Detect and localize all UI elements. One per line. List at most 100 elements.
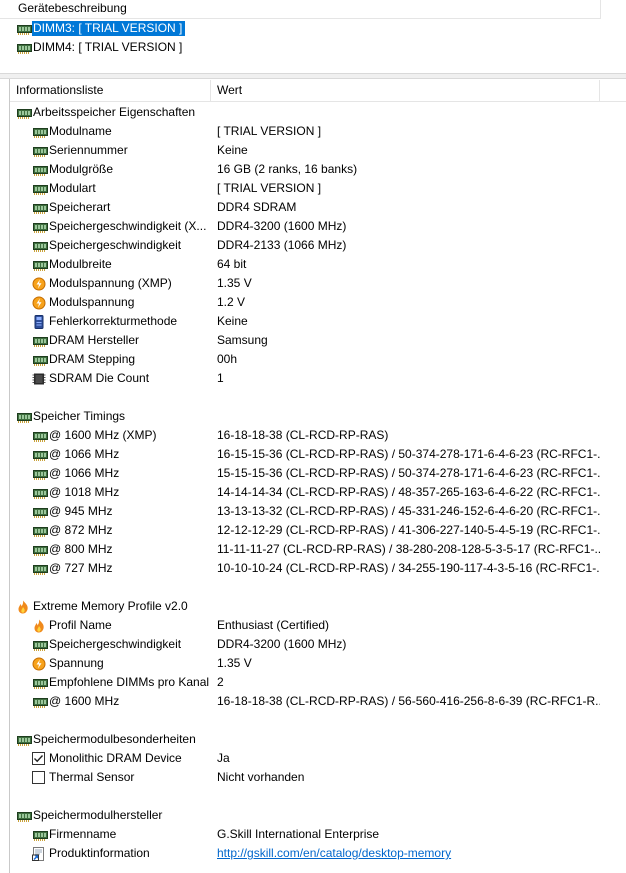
item-value: DDR4-2133 (1066 MHz): [217, 238, 347, 252]
item-value: G.Skill International Enterprise: [217, 827, 380, 841]
item-name: Modulgröße: [49, 162, 114, 176]
ram-icon: [32, 676, 48, 689]
ram-icon: [32, 524, 48, 537]
item-value-cell: DDR4-3200 (1600 MHz): [217, 635, 600, 654]
item-value-cell: Ja: [217, 749, 600, 768]
item-name: Speicherart: [49, 200, 111, 214]
item-name: DRAM Hersteller: [49, 333, 140, 347]
link-icon: [32, 847, 46, 861]
ram-icon: [32, 695, 48, 708]
ram-icon: [32, 828, 48, 841]
ram-icon: [16, 22, 32, 35]
ram-icon: [16, 41, 32, 54]
list-item[interactable]: Fehlerkorrekturmethode Keine: [10, 312, 600, 331]
column-header-information[interactable]: Informationsliste: [10, 80, 211, 101]
item-value-cell: DDR4-3200 (1600 MHz): [217, 217, 600, 236]
list-item[interactable]: Produktinformation http://gskill.com/en/c…: [10, 844, 600, 863]
item-name: SDRAM Die Count: [49, 371, 150, 385]
item-value-cell: 2: [217, 673, 600, 692]
item-name: Empfohlene DIMMs pro Kanal: [49, 675, 210, 689]
voltage-icon: [32, 657, 46, 671]
ram-icon: [32, 182, 48, 195]
device-item[interactable]: DIMM3: [ TRIAL VERSION ]: [16, 20, 186, 37]
list-item[interactable]: @ 1066 MHz 16-15-15-36 (CL-RCD-RP-RAS) / …: [10, 445, 600, 464]
device-description-header[interactable]: Gerätebeschreibung: [0, 0, 601, 19]
list-item[interactable]: Modulbreite 64 bit: [10, 255, 600, 274]
item-name: @ 800 MHz: [49, 542, 113, 556]
section-header-row[interactable]: Speicher Timings: [10, 407, 600, 426]
list-item[interactable]: DRAM Stepping 00h: [10, 350, 600, 369]
pane-splitter[interactable]: [0, 73, 626, 79]
list-item[interactable]: Thermal Sensor Nicht vorhanden: [10, 768, 600, 787]
section-title: Extreme Memory Profile v2.0: [33, 599, 188, 613]
list-item[interactable]: @ 1600 MHz 16-18-18-38 (CL-RCD-RP-RAS) / …: [10, 692, 600, 711]
item-name: Fehlerkorrekturmethode: [49, 314, 178, 328]
checkbox-checked-icon: [32, 752, 46, 765]
list-item[interactable]: Speichergeschwindigkeit DDR4-2133 (1066 M…: [10, 236, 600, 255]
list-item[interactable]: Modulspannung 1.2 V: [10, 293, 600, 312]
section-title: Arbeitsspeicher Eigenschaften: [33, 105, 196, 119]
item-value-cell: 1.2 V: [217, 293, 600, 312]
item-value: 1.35 V: [217, 656, 252, 670]
item-name: Spannung: [49, 656, 104, 670]
item-value: 16-15-15-36 (CL-RCD-RP-RAS) / 50-374-278…: [217, 447, 600, 461]
list-item[interactable]: Empfohlene DIMMs pro Kanal 2: [10, 673, 600, 692]
section-title: Speicher Timings: [33, 409, 126, 423]
item-value: 13-13-13-32 (CL-RCD-RP-RAS) / 45-331-246…: [217, 504, 600, 518]
item-name: Modulname: [49, 124, 112, 138]
list-item[interactable]: @ 800 MHz 11-11-11-27 (CL-RCD-RP-RAS) / 3…: [10, 540, 600, 559]
item-value: 15-15-15-36 (CL-RCD-RP-RAS) / 50-374-278…: [217, 466, 600, 480]
ram-icon: [32, 201, 48, 214]
device-item[interactable]: DIMM4: [ TRIAL VERSION ]: [16, 39, 185, 56]
list-item[interactable]: Speichergeschwindigkeit DDR4-3200 (1600 M…: [10, 635, 600, 654]
column-header-value[interactable]: Wert: [211, 80, 600, 101]
list-item[interactable]: DRAM Hersteller Samsung: [10, 331, 600, 350]
item-value: DDR4-3200 (1600 MHz): [217, 637, 347, 651]
item-value: Ja: [217, 751, 230, 765]
list-item[interactable]: Profil Name Enthusiast (Certified): [10, 616, 600, 635]
list-item[interactable]: Modulart [ TRIAL VERSION ]: [10, 179, 600, 198]
device-item-label: DIMM4: [ TRIAL VERSION ]: [33, 40, 183, 54]
list-item[interactable]: @ 1066 MHz 15-15-15-36 (CL-RCD-RP-RAS) / …: [10, 464, 600, 483]
item-value-cell: 1.35 V: [217, 654, 600, 673]
list-item[interactable]: @ 872 MHz 12-12-12-29 (CL-RCD-RP-RAS) / 4…: [10, 521, 600, 540]
item-value-cell: 16-18-18-38 (CL-RCD-RP-RAS) / 56-560-416…: [217, 692, 600, 711]
item-value: 1: [217, 371, 224, 385]
list-item[interactable]: Seriennummer Keine: [10, 141, 600, 160]
item-value: 2: [217, 675, 224, 689]
voltage-icon: [32, 277, 46, 291]
item-name: @ 945 MHz: [49, 504, 113, 518]
list-item[interactable]: @ 1600 MHz (XMP) 16-18-18-38 (CL-RCD-RP-R…: [10, 426, 600, 445]
item-value-cell: Enthusiast (Certified): [217, 616, 600, 635]
list-item[interactable]: Speicherart DDR4 SDRAM: [10, 198, 600, 217]
list-item[interactable]: @ 1018 MHz 14-14-14-34 (CL-RCD-RP-RAS) / …: [10, 483, 600, 502]
ram-icon: [32, 467, 48, 480]
ram-icon: [32, 334, 48, 347]
section-header-row[interactable]: Speichermodulhersteller: [10, 806, 600, 825]
product-info-link[interactable]: http://gskill.com/en/catalog/desktop-mem…: [217, 846, 451, 860]
list-item[interactable]: Modulspannung (XMP) 1.35 V: [10, 274, 600, 293]
list-item[interactable]: Spannung 1.35 V: [10, 654, 600, 673]
list-item[interactable]: Firmenname G.Skill International Enterpri…: [10, 825, 600, 844]
list-item[interactable]: SDRAM Die Count 1: [10, 369, 600, 388]
item-value: 14-14-14-34 (CL-RCD-RP-RAS) / 48-357-265…: [217, 485, 600, 499]
item-value-cell: Samsung: [217, 331, 600, 350]
item-name: Firmenname: [49, 827, 117, 841]
section-header-row[interactable]: Extreme Memory Profile v2.0: [10, 597, 600, 616]
item-name: @ 1600 MHz: [49, 694, 120, 708]
list-item[interactable]: @ 945 MHz 13-13-13-32 (CL-RCD-RP-RAS) / 4…: [10, 502, 600, 521]
list-item[interactable]: Speichergeschwindigkeit (X... DDR4-3200 (…: [10, 217, 600, 236]
section-header-row[interactable]: Arbeitsspeicher Eigenschaften: [10, 103, 600, 122]
item-value: DDR4 SDRAM: [217, 200, 297, 214]
section-header-row[interactable]: Speichermodulbesonderheiten: [10, 730, 600, 749]
list-item[interactable]: Modulname [ TRIAL VERSION ]: [10, 122, 600, 141]
ram-icon: [32, 258, 48, 271]
item-value-cell: 10-10-10-24 (CL-RCD-RP-RAS) / 34-255-190…: [217, 559, 600, 578]
item-value-cell: 16-15-15-36 (CL-RCD-RP-RAS) / 50-374-278…: [217, 445, 600, 464]
list-item[interactable]: Modulgröße 16 GB (2 ranks, 16 banks): [10, 160, 600, 179]
list-item[interactable]: @ 727 MHz 10-10-10-24 (CL-RCD-RP-RAS) / 3…: [10, 559, 600, 578]
item-value-cell: Keine: [217, 141, 600, 160]
list-item[interactable]: Monolithic DRAM Device Ja: [10, 749, 600, 768]
item-value: 11-11-11-27 (CL-RCD-RP-RAS) / 38-280-208…: [217, 542, 600, 556]
item-value: 64 bit: [217, 257, 247, 271]
